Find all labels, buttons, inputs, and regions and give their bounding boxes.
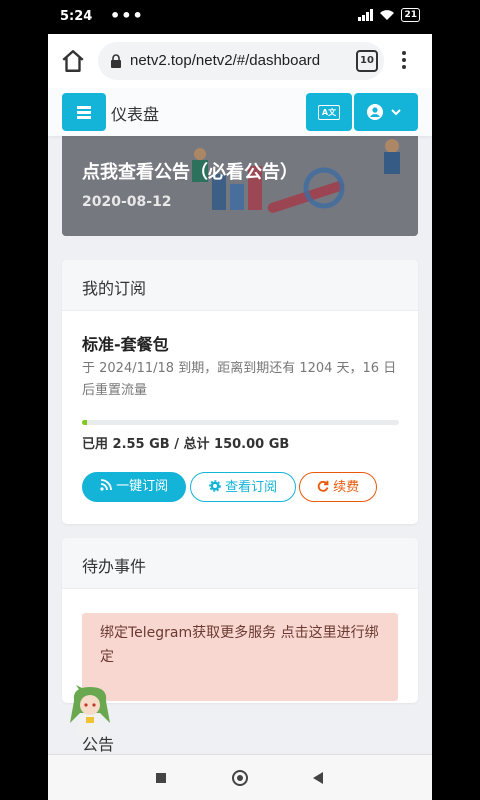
language-button[interactable]: A文 xyxy=(306,93,352,131)
recent-apps-icon[interactable] xyxy=(156,773,166,783)
mascot-image[interactable] xyxy=(66,683,114,739)
view-subscription-button[interactable]: 查看订阅 xyxy=(190,472,296,502)
subscription-card: 我的订阅 标准-套餐包 于 2024/11/18 到期，距离到期还有 1204 … xyxy=(62,260,418,524)
banner-title: 点我查看公告（必看公告） xyxy=(82,162,298,183)
wifi-icon xyxy=(380,10,395,20)
todo-heading: 待办事件 xyxy=(82,557,147,576)
browser-toolbar: netv2.top/netv2/#/dashboard 10 xyxy=(48,34,432,89)
page-title: 仪表盘 xyxy=(111,105,160,124)
traffic-progress-bar xyxy=(82,420,399,425)
lock-icon xyxy=(111,54,121,68)
telegram-bind-alert[interactable]: 绑定Telegram获取更多服务 点击这里进行绑定 xyxy=(82,613,398,701)
one-click-subscribe-button[interactable]: 一键订阅 xyxy=(82,472,186,502)
plan-name: 标准-套餐包 xyxy=(82,335,169,354)
url-text: netv2.top/netv2/#/dashboard xyxy=(130,52,321,69)
app-header: 仪表盘 A文 xyxy=(48,88,432,136)
signal-icon xyxy=(358,9,374,21)
traffic-usage: 已用 2.55 GB / 总计 150.00 GB xyxy=(82,437,290,452)
todo-card: 待办事件 绑定Telegram获取更多服务 点击这里进行绑定 xyxy=(62,538,418,703)
banner-date: 2020-08-12 xyxy=(82,194,172,210)
chevron-down-icon xyxy=(391,109,401,116)
view-label: 查看订阅 xyxy=(225,480,278,495)
tab-count-button[interactable]: 10 xyxy=(356,50,378,72)
subscribe-label: 一键订阅 xyxy=(116,479,169,494)
rss-icon xyxy=(100,479,112,491)
card-header: 我的订阅 xyxy=(62,260,418,311)
user-icon xyxy=(367,104,383,120)
back-icon[interactable] xyxy=(313,772,323,784)
menu-toggle-button[interactable] xyxy=(62,93,106,131)
refresh-icon xyxy=(317,480,329,492)
gear-icon xyxy=(209,480,221,492)
announcement-banner[interactable]: 点我查看公告（必看公告） 2020-08-12 xyxy=(62,128,418,236)
status-icons: 21 xyxy=(358,8,420,22)
address-bar[interactable]: netv2.top/netv2/#/dashboard xyxy=(98,42,384,80)
status-time: 5:24 xyxy=(60,9,93,24)
card-header: 待办事件 xyxy=(62,538,418,589)
progress-fill xyxy=(82,420,88,425)
plan-description: 于 2024/11/18 到期，距离到期还有 1204 天，16 日后重置流量 xyxy=(82,361,397,398)
page-content: 仪表盘 A文 点我查看公告（必看公告） 2020-08-12 我的订阅 标准-套… xyxy=(48,88,432,754)
user-menu-button[interactable] xyxy=(354,93,418,131)
phone-screen: 5:24 ••• 21 netv2.top/netv2/#/dashboard … xyxy=(48,0,432,800)
translate-icon: A文 xyxy=(318,105,340,120)
home-button-icon[interactable] xyxy=(232,770,248,786)
subscription-heading: 我的订阅 xyxy=(82,279,147,298)
notification-dots: ••• xyxy=(110,6,144,25)
browser-menu-icon[interactable] xyxy=(398,48,410,74)
status-bar: 5:24 ••• 21 xyxy=(48,0,432,34)
battery-icon: 21 xyxy=(401,8,420,22)
renew-button[interactable]: 续费 xyxy=(299,472,377,502)
renew-label: 续费 xyxy=(333,480,360,495)
android-nav-bar xyxy=(48,754,432,800)
home-icon[interactable] xyxy=(60,48,86,74)
